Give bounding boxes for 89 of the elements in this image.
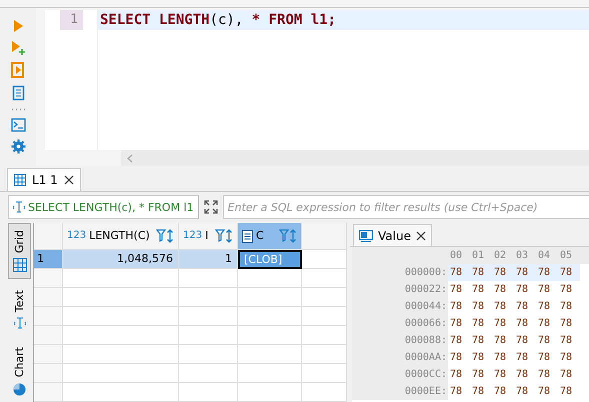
- number-type-label: 123: [67, 229, 86, 243]
- side-tab[interactable]: Text: [8, 283, 31, 336]
- empty-cell[interactable]: [179, 326, 238, 345]
- empty-cell[interactable]: [238, 364, 302, 383]
- expand-icon[interactable]: [204, 200, 218, 214]
- filter-sort-icon[interactable]: [279, 229, 297, 243]
- empty-cell: [302, 345, 347, 364]
- empty-cell: [302, 307, 347, 326]
- column-header[interactable]: C: [238, 223, 302, 250]
- hex-address: 000000:: [352, 264, 448, 281]
- side-tab[interactable]: Chart: [8, 340, 31, 402]
- row-number[interactable]: [34, 364, 63, 383]
- empty-cell: [302, 288, 347, 307]
- empty-cell[interactable]: [179, 364, 238, 383]
- empty-cell[interactable]: [179, 288, 238, 307]
- editor-panel[interactable]: 1 SELECT LENGTH(c), * FROM l1;: [36, 8, 589, 166]
- filter-input[interactable]: Enter a SQL expression to filter results (use Ctrl+Space): [222, 195, 589, 219]
- filter-query[interactable]: SELECT LENGTH(c), * FROM l1: [8, 195, 199, 219]
- row-number[interactable]: [34, 307, 63, 326]
- row-number[interactable]: [34, 345, 63, 364]
- side-tab[interactable]: Grid: [8, 223, 31, 280]
- horizontal-scrollbar[interactable]: [121, 150, 589, 166]
- row-number[interactable]: 1: [34, 250, 63, 269]
- number-type-label: 123: [183, 229, 202, 243]
- hex-column-header: 02: [493, 249, 508, 263]
- document-icon[interactable]: [12, 85, 24, 101]
- empty-cell[interactable]: [179, 345, 238, 364]
- panel-icon: [359, 230, 373, 242]
- hex-bytes-row-text: 78 78 78 78 78 78: [449, 351, 574, 365]
- hex-bytes-row: 78 78 78 78 78 78: [448, 264, 580, 281]
- empty-cell[interactable]: [238, 269, 302, 288]
- hex-bytes-row-text: 78 78 78 78 78 78: [449, 368, 574, 382]
- column-header[interactable]: 123 LENGTH(C): [63, 223, 179, 250]
- value-tab[interactable]: Value: [353, 224, 432, 246]
- empty-cell: [302, 326, 347, 345]
- empty-cell: [302, 383, 347, 402]
- row-number[interactable]: [34, 269, 63, 288]
- hex-address: 000066:: [352, 315, 448, 332]
- hex-bytes-row-text: 78 78 78 78 78 78: [449, 334, 574, 348]
- hex-column-header: 04: [537, 249, 552, 263]
- empty-cell[interactable]: [238, 288, 302, 307]
- empty-cell[interactable]: [238, 307, 302, 326]
- hex-bytes-row-text: 78 78 78 78 78 78: [449, 300, 574, 314]
- line-number: 1: [60, 10, 83, 30]
- close-icon[interactable]: [64, 175, 74, 185]
- scroll-left-icon[interactable]: [127, 154, 133, 162]
- hex-bytes-row-text: 78 78 78 78 78 78: [449, 317, 574, 331]
- run-icon[interactable]: [12, 19, 24, 33]
- hex-address: 000088:: [352, 332, 448, 349]
- empty-cell: [302, 364, 347, 383]
- hex-address: 000022:: [352, 281, 448, 298]
- hex-address: 0000AA:: [352, 349, 448, 366]
- text-cursor-icon: [14, 317, 26, 330]
- pie-chart-icon: [13, 382, 26, 396]
- filter-sort-icon[interactable]: [156, 229, 174, 243]
- table-icon: [14, 174, 26, 186]
- corner-header[interactable]: [34, 223, 63, 250]
- row-number[interactable]: [34, 383, 63, 402]
- document-icon: [242, 230, 253, 242]
- run-new-tab-icon[interactable]: [11, 40, 25, 55]
- filter-sort-icon[interactable]: [215, 229, 233, 243]
- hex-address: 000044:: [352, 298, 448, 315]
- row-number[interactable]: [34, 288, 63, 307]
- text-cursor-icon: [13, 201, 25, 213]
- empty-cell[interactable]: [238, 345, 302, 364]
- empty-cell[interactable]: [179, 269, 238, 288]
- hex-column-header: 01: [471, 249, 486, 263]
- hex-column-header: 03: [515, 249, 530, 263]
- settings-icon[interactable]: [10, 139, 26, 154]
- empty-cell[interactable]: [179, 383, 238, 402]
- script-run-icon[interactable]: [11, 62, 25, 78]
- column-header[interactable]: 123 I: [179, 223, 238, 250]
- empty-cell[interactable]: [238, 383, 302, 402]
- hex-column-header: 00: [449, 249, 464, 263]
- close-icon[interactable]: [416, 230, 426, 240]
- hex-address: 0000CC:: [352, 366, 448, 383]
- empty-cell: [302, 269, 347, 288]
- hex-address: 0000EE:: [352, 383, 448, 400]
- empty-cell[interactable]: [238, 326, 302, 345]
- hex-column-header: 05: [559, 249, 574, 263]
- terminal-icon[interactable]: [10, 118, 26, 132]
- table-cell[interactable]: 1,048,576: [63, 250, 179, 269]
- hex-bytes-row-text: 78 78 78 78 78 78: [449, 385, 574, 399]
- grid-icon: [12, 258, 26, 272]
- table-cell[interactable]: 1: [179, 250, 238, 269]
- hex-bytes-row-text: 78 78 78 78 78 78: [449, 283, 574, 297]
- empty-cell[interactable]: [179, 307, 238, 326]
- results-tab[interactable]: L1 1: [7, 168, 81, 191]
- row-number[interactable]: [34, 326, 63, 345]
